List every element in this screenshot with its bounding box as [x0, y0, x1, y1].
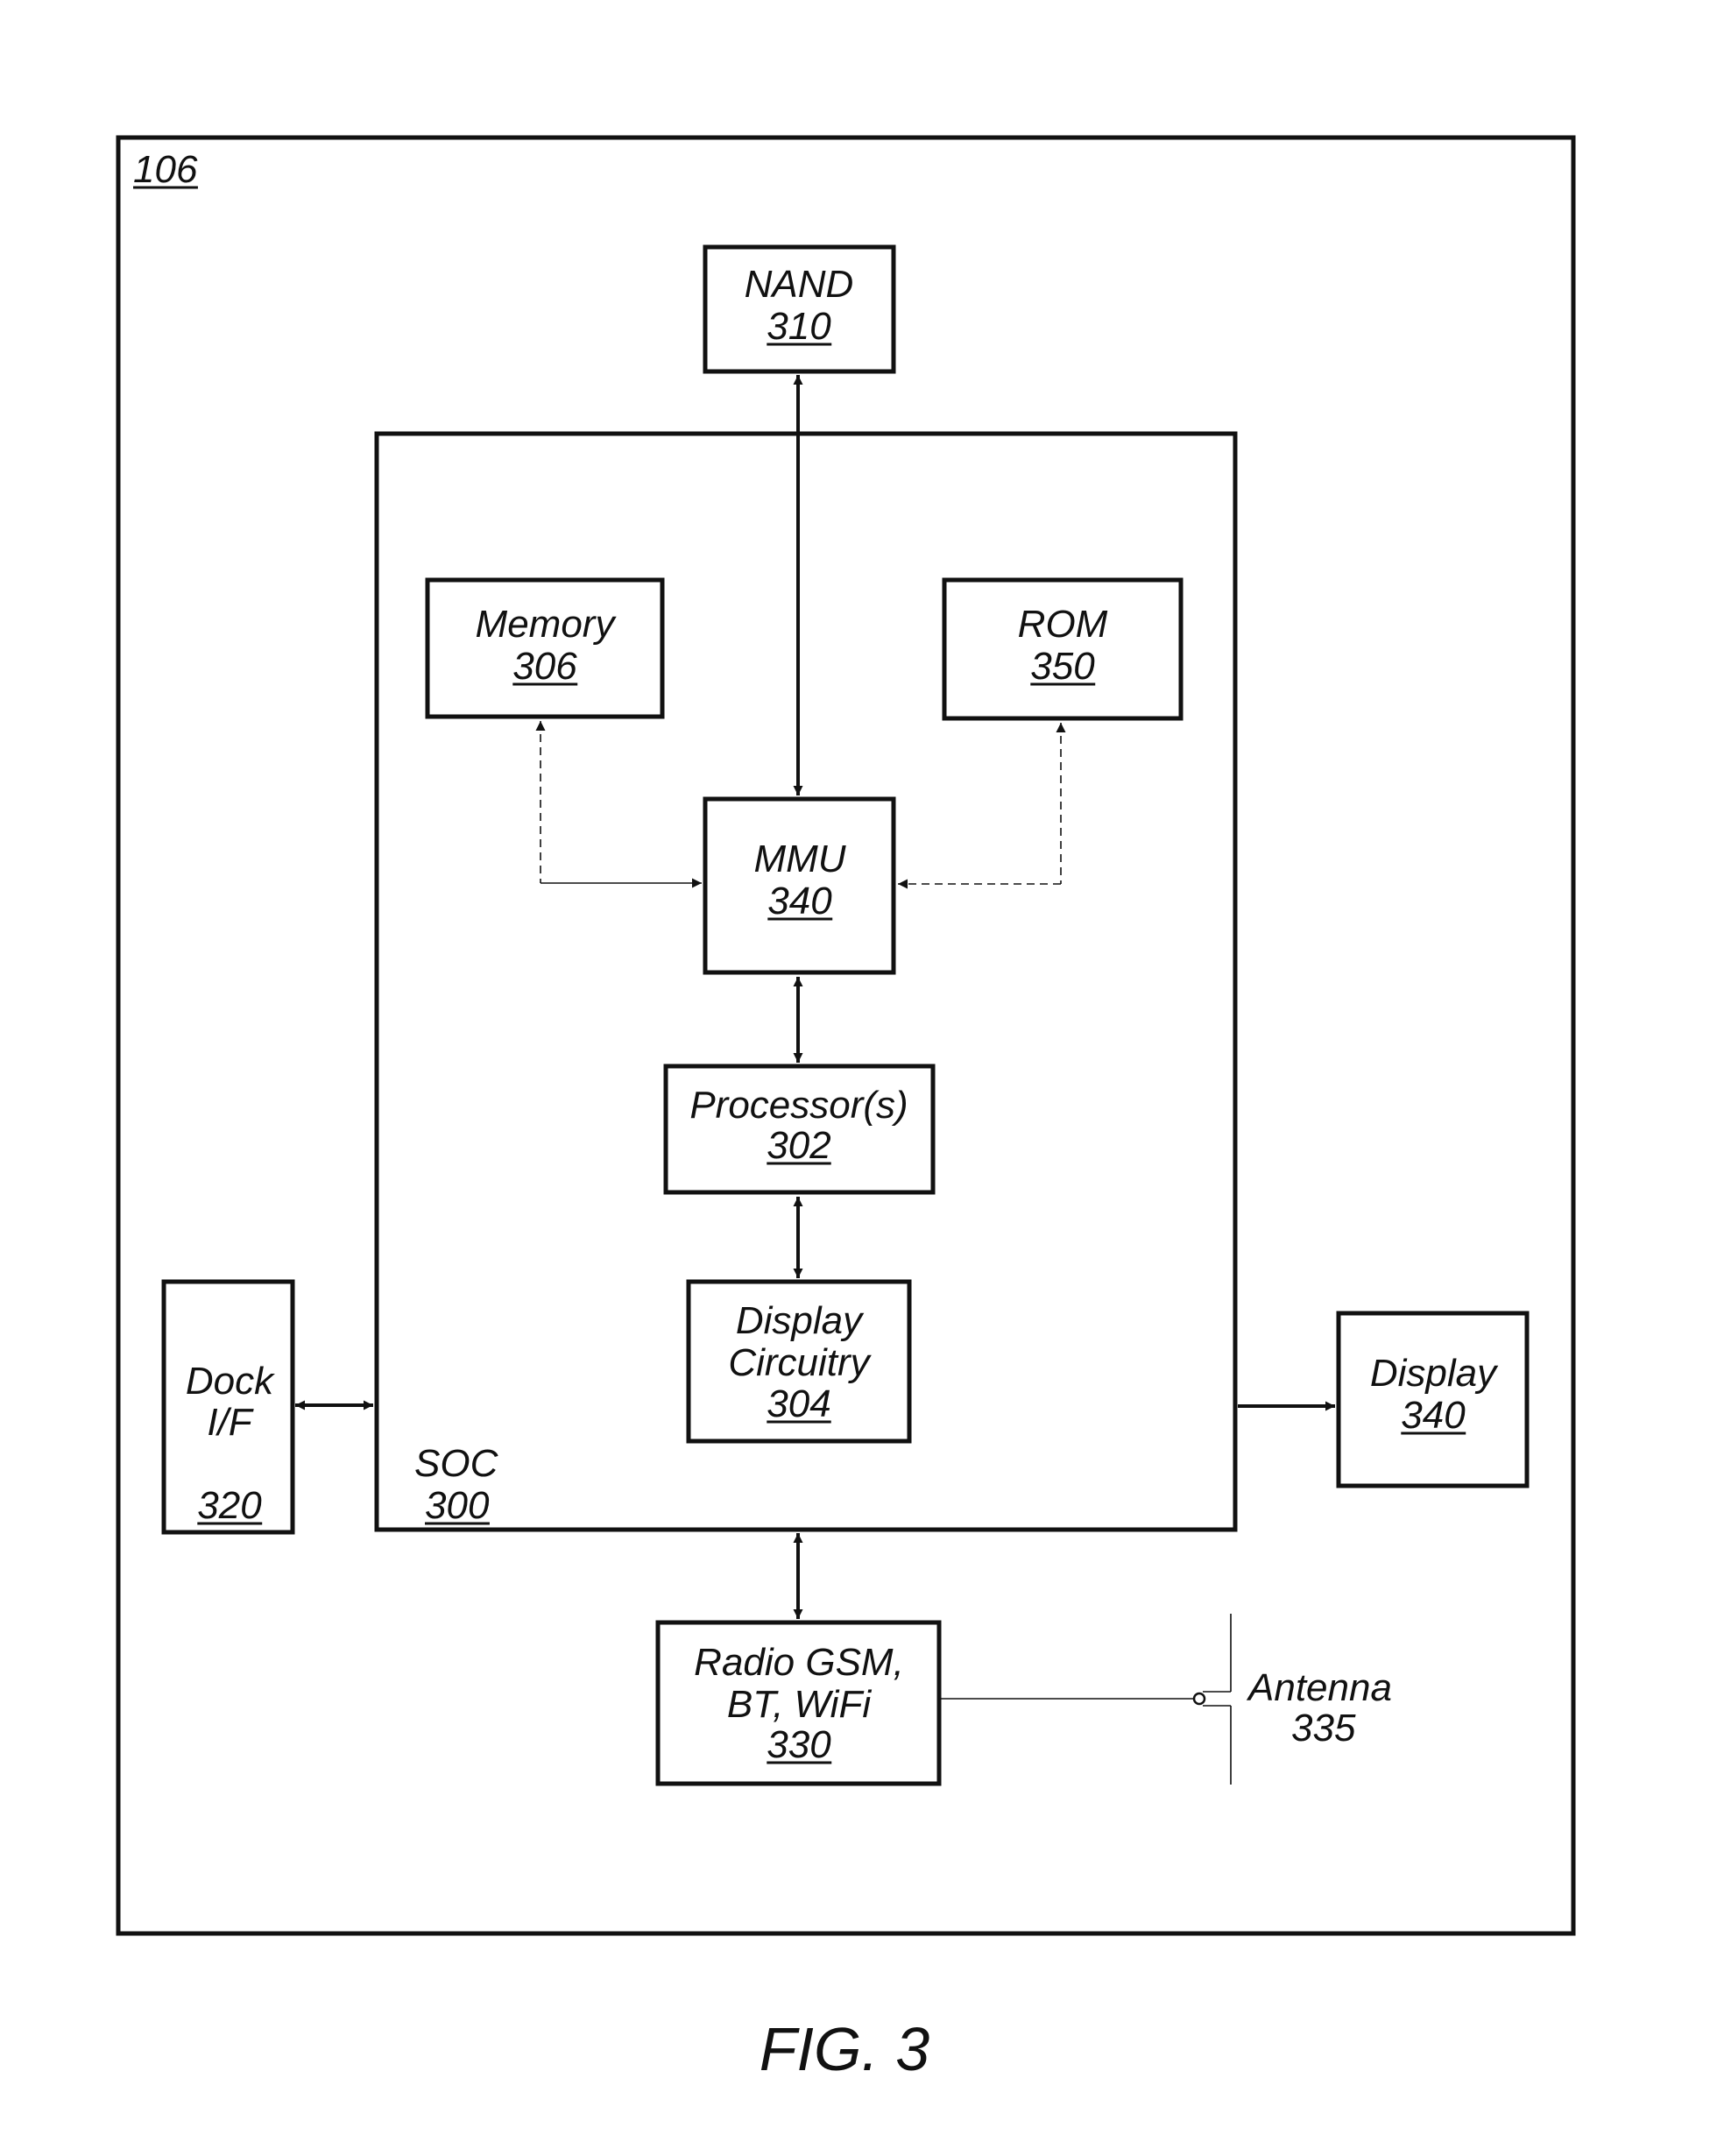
- dock-label-line2: I/F: [207, 1401, 253, 1444]
- radio-ref: 330: [767, 1723, 831, 1766]
- dock-ref: 320: [197, 1484, 262, 1527]
- soc-ref: 300: [425, 1484, 490, 1527]
- display-ref: 340: [1401, 1394, 1466, 1437]
- nand-label: NAND: [745, 263, 854, 306]
- mmu-block: MMU 340: [703, 796, 896, 975]
- radio-block: Radio GSM, BT, WiFi 330: [655, 1620, 942, 1786]
- figure-caption: FIG. 3: [760, 2015, 930, 2083]
- dock-label-line1: Dock: [186, 1360, 275, 1403]
- antenna-label: Antenna: [1246, 1666, 1392, 1709]
- antenna-ref: 335: [1291, 1707, 1356, 1750]
- mmu-label: MMU: [753, 838, 845, 880]
- radio-label-line2: BT, WiFi: [727, 1683, 872, 1726]
- nand-ref: 310: [767, 305, 831, 348]
- block-diagram: 106 NAND 310 SOC 300 Memory 306 ROM 350 …: [116, 135, 1576, 2083]
- memory-block: Memory 306: [425, 577, 665, 719]
- processor-ref: 302: [767, 1124, 830, 1167]
- processor-block: Processor(s) 302: [663, 1064, 936, 1195]
- rom-ref: 350: [1030, 645, 1095, 688]
- mmu-ref: 340: [767, 880, 832, 922]
- soc-label: SOC: [414, 1442, 499, 1485]
- radio-label-line1: Radio GSM,: [694, 1641, 904, 1684]
- processor-label: Processor(s): [689, 1084, 908, 1127]
- device-ref-label: 106: [133, 148, 198, 191]
- dock-block: Dock I/F 320: [161, 1279, 295, 1535]
- display-circuitry-block: Display Circuitry 304: [686, 1279, 912, 1444]
- display-circuitry-ref: 304: [767, 1382, 830, 1425]
- memory-ref: 306: [512, 645, 577, 688]
- display-circuitry-label-line1: Display: [736, 1299, 865, 1342]
- rom-label: ROM: [1018, 603, 1108, 646]
- display-circuitry-label-line2: Circuitry: [728, 1341, 872, 1384]
- nand-block: NAND 310: [703, 244, 896, 374]
- rom-block: ROM 350: [942, 577, 1184, 721]
- display-label: Display: [1370, 1352, 1499, 1395]
- memory-label: Memory: [476, 603, 618, 646]
- antenna-feed-point-icon: [1192, 1692, 1206, 1706]
- display-block: Display 340: [1336, 1311, 1530, 1488]
